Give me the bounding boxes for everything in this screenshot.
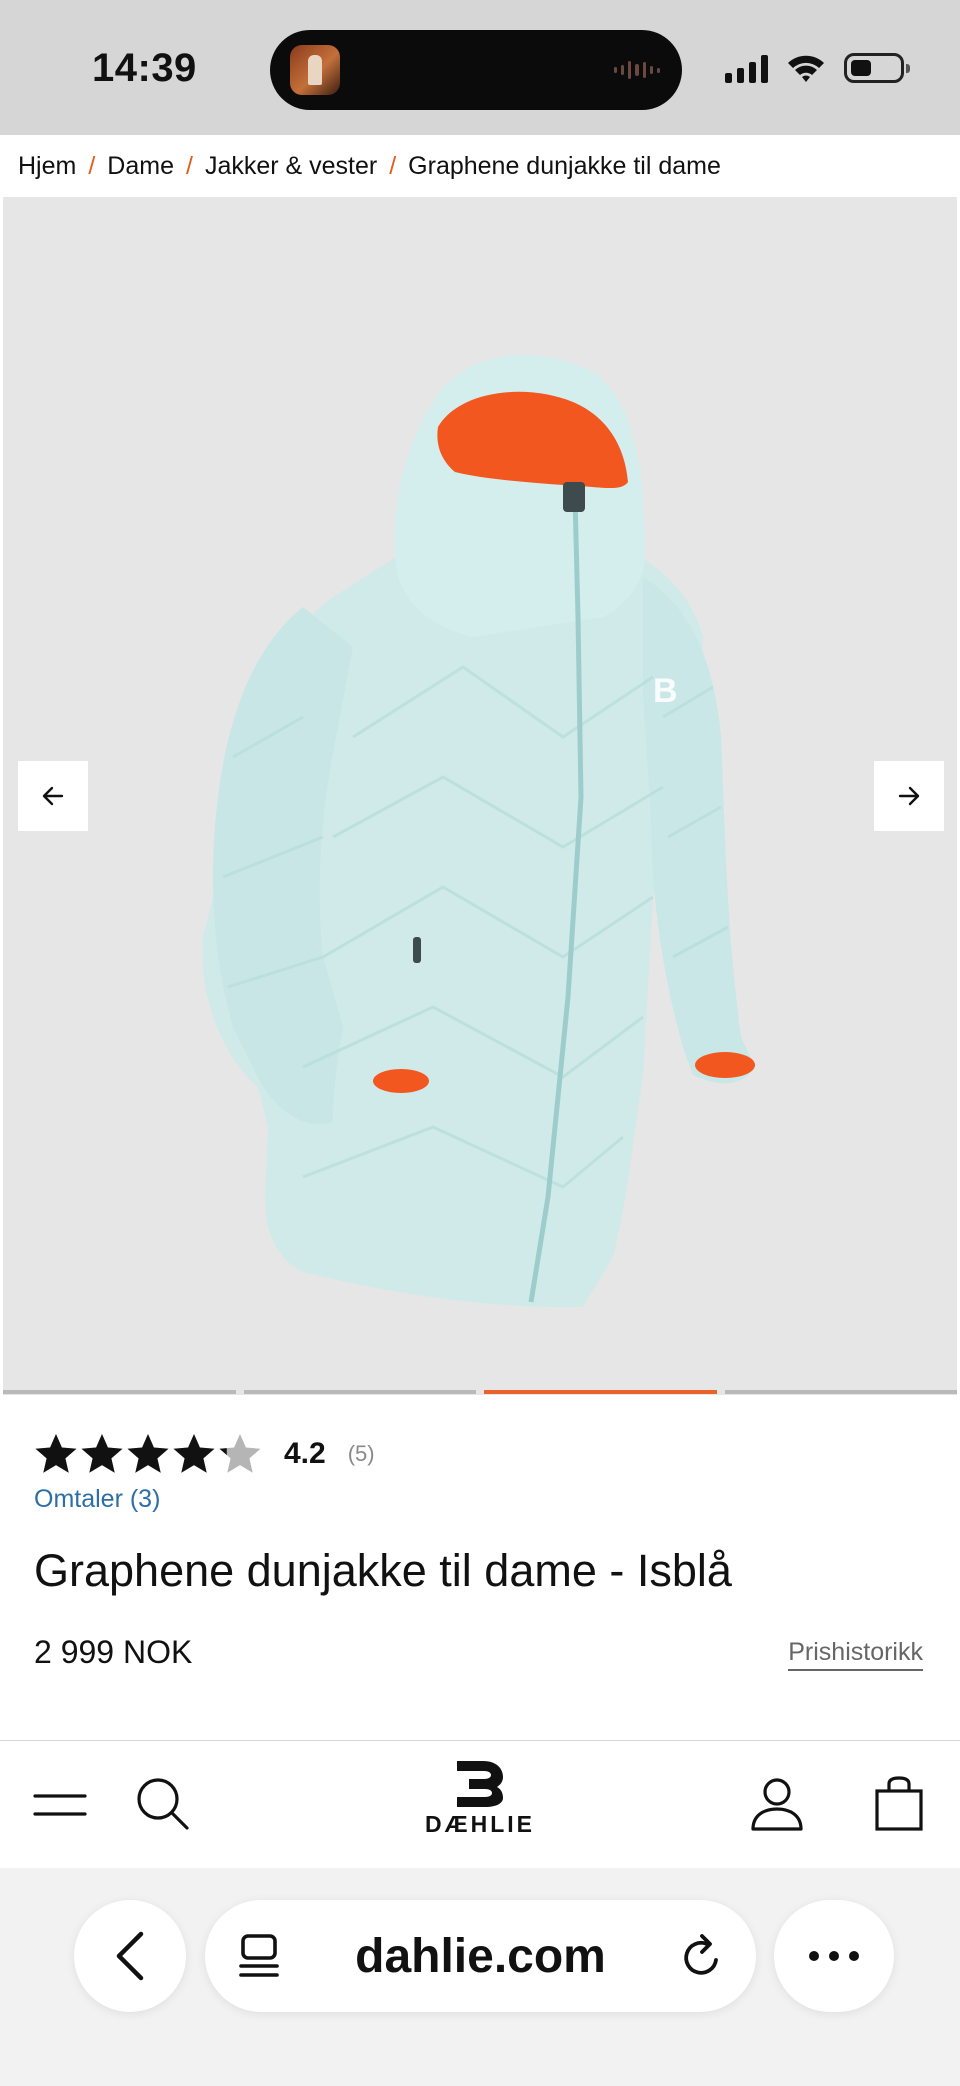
url-text[interactable]: dahlie.com <box>355 1929 606 1984</box>
cellular-signal-icon <box>725 53 768 83</box>
rating-value: 4.2 <box>284 1437 326 1470</box>
now-playing-artwork <box>290 45 340 95</box>
rating-stars <box>34 1432 262 1476</box>
arrow-left-icon <box>42 786 64 806</box>
breadcrumb-separator: / <box>389 151 397 180</box>
star-icon <box>81 1434 123 1473</box>
status-icons <box>725 50 910 86</box>
product-rating: 4.2 (5) <box>34 1428 375 1480</box>
battery-icon <box>844 53 910 83</box>
breadcrumb-item-hjem[interactable]: Hjem <box>18 152 76 181</box>
gallery-progress-segment[interactable] <box>484 1390 717 1394</box>
user-icon <box>751 1778 803 1831</box>
bag-icon <box>875 1776 923 1831</box>
breadcrumb: Hjem / Dame / Jakker & vester / Graphene… <box>18 135 721 197</box>
breadcrumb-separator: / <box>88 151 96 180</box>
more-icon <box>809 1951 859 1961</box>
brand-logo-text: DÆHLIE <box>425 1811 535 1837</box>
status-time: 14:39 <box>92 46 197 90</box>
product-title: Graphene dunjakke til dame - Isblå <box>34 1545 732 1596</box>
star-icon <box>219 1434 261 1473</box>
more-button[interactable] <box>774 1900 894 2012</box>
svg-text:B: B <box>653 672 678 710</box>
breadcrumb-item-dame[interactable]: Dame <box>107 152 174 181</box>
search-icon <box>137 1778 189 1830</box>
gallery-next-button[interactable] <box>874 761 944 831</box>
breadcrumb-item-jakker-vester[interactable]: Jakker & vester <box>205 152 377 181</box>
daehlie-logo-icon <box>457 1761 503 1807</box>
gallery-progress-segment[interactable] <box>724 1390 957 1394</box>
reviews-link[interactable]: Omtaler (3) <box>34 1485 160 1514</box>
account-button[interactable] <box>746 1769 808 1839</box>
brand-logo[interactable]: DÆHLIE <box>420 1757 540 1853</box>
arrow-right-icon <box>898 786 920 806</box>
dynamic-island[interactable] <box>270 30 682 110</box>
address-bar[interactable]: dahlie.com <box>205 1900 756 2012</box>
menu-icon <box>33 1794 87 1816</box>
wifi-icon <box>788 55 824 82</box>
tabs-icon[interactable] <box>237 1933 281 1979</box>
rating-count: (5) <box>347 1441 375 1466</box>
price-history-link[interactable]: Prishistorikk <box>788 1638 923 1671</box>
product-gallery[interactable]: B <box>3 197 957 1395</box>
gallery-prev-button[interactable] <box>18 761 88 831</box>
gallery-progress <box>3 1390 957 1396</box>
star-icon <box>173 1434 215 1473</box>
audio-waveform-icon <box>614 60 660 80</box>
star-icon <box>127 1434 169 1473</box>
chevron-left-icon <box>116 1931 144 1981</box>
gallery-progress-segment[interactable] <box>3 1390 236 1394</box>
site-nav-bar: DÆHLIE <box>0 1740 960 1868</box>
breadcrumb-separator: / <box>185 151 193 180</box>
browser-toolbar: dahlie.com <box>0 1868 960 2086</box>
status-bar: 14:39 <box>0 0 960 135</box>
product-price: 2 999 NOK <box>34 1634 193 1670</box>
product-image: B <box>202 354 755 1308</box>
breadcrumb-item-current: Graphene dunjakke til dame <box>408 151 721 180</box>
search-button[interactable] <box>132 1771 194 1837</box>
cart-button[interactable] <box>868 1769 930 1839</box>
menu-button[interactable] <box>30 1775 90 1835</box>
star-icon <box>35 1434 77 1473</box>
reload-icon[interactable] <box>680 1932 724 1980</box>
gallery-progress-segment[interactable] <box>243 1390 476 1394</box>
browser-back-button[interactable] <box>74 1900 186 2012</box>
